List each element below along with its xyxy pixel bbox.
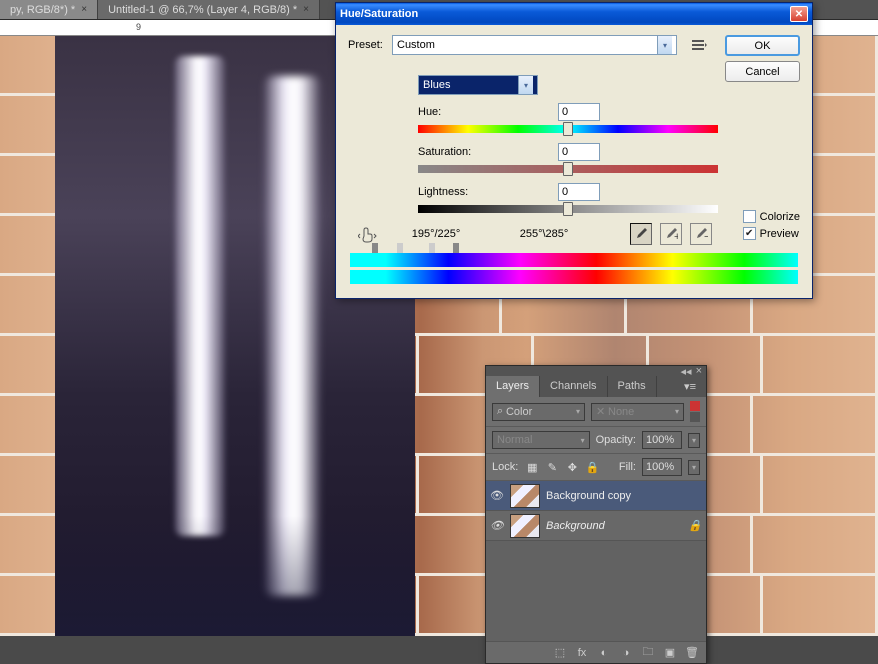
layer-style-icon[interactable]: fx xyxy=(574,645,590,661)
ruler-mark: 9 xyxy=(136,22,141,32)
channel-value: Blues xyxy=(423,79,451,91)
svg-text:+: + xyxy=(674,231,678,241)
panel-footer: ⬚ fx ◐ ◑ 🗀 ▣ 🗑 xyxy=(486,641,706,663)
input-spectrum[interactable] xyxy=(350,253,798,267)
opacity-scrubber[interactable]: ▾ xyxy=(688,433,700,448)
fill-label: Fill: xyxy=(619,461,636,473)
layer-mask-icon[interactable]: ◐ xyxy=(596,645,612,661)
eyedropper-add-button[interactable]: + xyxy=(660,223,682,245)
slider-thumb[interactable] xyxy=(563,202,573,216)
group-icon[interactable]: 🗀 xyxy=(640,645,656,661)
filter-kind-combo[interactable]: ⌕ Color ▾ xyxy=(492,403,585,421)
range-left-text: 195°/225° xyxy=(386,228,486,240)
x-icon: ✕ xyxy=(596,405,605,418)
search-icon: ⌕ xyxy=(497,405,503,418)
lock-position-icon[interactable]: ✥ xyxy=(564,459,580,475)
lightness-slider[interactable] xyxy=(418,205,718,213)
panel-menu-icon[interactable]: ▾≡ xyxy=(674,376,706,397)
opacity-label: Opacity: xyxy=(596,434,636,446)
layer-list-empty[interactable] xyxy=(486,541,706,641)
hue-input[interactable] xyxy=(558,103,600,121)
lock-transparency-icon[interactable]: ▦ xyxy=(524,459,540,475)
colorize-checkbox[interactable] xyxy=(743,210,756,223)
layer-item[interactable]: 👁 Background 🔒 xyxy=(486,511,706,541)
slider-thumb[interactable] xyxy=(563,122,573,136)
preview-checkbox[interactable]: ✔ xyxy=(743,227,756,240)
new-layer-icon[interactable]: ▣ xyxy=(662,645,678,661)
slider-thumb[interactable] xyxy=(563,162,573,176)
eyedropper-subtract-button[interactable]: − xyxy=(690,223,712,245)
preview-label: Preview xyxy=(760,228,799,240)
layer-item[interactable]: 👁 Background copy xyxy=(486,481,706,511)
document-tab[interactable]: Untitled-1 @ 66,7% (Layer 4, RGB/8) * × xyxy=(98,0,320,19)
visibility-icon[interactable]: 👁 xyxy=(490,489,504,503)
preset-label: Preset: xyxy=(348,39,384,51)
colorize-label: Colorize xyxy=(760,211,800,223)
chevron-down-icon: ▾ xyxy=(581,436,585,445)
preset-combo[interactable]: Custom ▾ xyxy=(392,35,677,55)
layer-thumbnail[interactable] xyxy=(510,484,540,508)
range-right-text: 255°\285° xyxy=(494,228,594,240)
filter-color-combo[interactable]: ✕ None ▾ xyxy=(591,403,684,421)
hue-label: Hue: xyxy=(418,106,558,118)
dialog-titlebar[interactable]: Hue/Saturation ✕ xyxy=(336,3,812,25)
panel-tabs: Layers Channels Paths ▾≡ xyxy=(486,376,706,397)
preset-menu-icon[interactable] xyxy=(691,37,707,53)
fill-input[interactable]: 100% xyxy=(642,458,682,476)
ok-button[interactable]: OK xyxy=(725,35,800,56)
close-icon[interactable]: × xyxy=(303,4,309,15)
lock-label: Lock: xyxy=(492,461,518,473)
blend-mode-combo[interactable]: Normal ▾ xyxy=(492,431,590,449)
tab-channels[interactable]: Channels xyxy=(540,376,607,397)
adjustment-layer-icon[interactable]: ◑ xyxy=(618,645,634,661)
lightness-input[interactable] xyxy=(558,183,600,201)
dialog-title: Hue/Saturation xyxy=(340,8,418,20)
layer-name[interactable]: Background xyxy=(546,520,605,532)
close-button[interactable]: ✕ xyxy=(790,6,808,22)
filter-toggle[interactable] xyxy=(690,412,700,422)
visibility-icon[interactable]: 👁 xyxy=(490,519,504,533)
tab-label: Untitled-1 @ 66,7% (Layer 4, RGB/8) * xyxy=(108,4,297,16)
filter-toggle[interactable] xyxy=(690,401,700,411)
close-icon[interactable]: × xyxy=(81,4,87,15)
saturation-slider[interactable] xyxy=(418,165,718,173)
hue-saturation-dialog: Hue/Saturation ✕ Preset: Custom ▾ OK Can… xyxy=(335,2,813,299)
layer-list: 👁 Background copy 👁 Background 🔒 xyxy=(486,481,706,641)
panel-handle[interactable]: ◂◂ × xyxy=(486,366,706,376)
svg-text:−: − xyxy=(704,231,708,241)
lightness-label: Lightness: xyxy=(418,186,558,198)
fill-scrubber[interactable]: ▾ xyxy=(688,460,700,475)
delete-layer-icon[interactable]: 🗑 xyxy=(684,645,700,661)
saturation-input[interactable] xyxy=(558,143,600,161)
chevron-down-icon: ▾ xyxy=(576,407,580,416)
saturation-label: Saturation: xyxy=(418,146,558,158)
layer-name[interactable]: Background copy xyxy=(546,490,631,502)
output-spectrum xyxy=(350,270,798,284)
link-layers-icon[interactable]: ⬚ xyxy=(552,645,568,661)
preset-value: Custom xyxy=(397,39,435,51)
chevron-down-icon: ▾ xyxy=(518,76,533,94)
eyedropper-button[interactable] xyxy=(630,223,652,245)
tab-paths[interactable]: Paths xyxy=(608,376,657,397)
lock-pixels-icon[interactable]: ✎ xyxy=(544,459,560,475)
layer-thumbnail[interactable] xyxy=(510,514,540,538)
chevron-down-icon: ▾ xyxy=(675,407,679,416)
chevron-down-icon: ▾ xyxy=(657,36,672,54)
tab-layers[interactable]: Layers xyxy=(486,376,540,397)
lock-icon: 🔒 xyxy=(688,519,702,532)
layers-panel: ◂◂ × Layers Channels Paths ▾≡ ⌕ Color ▾ … xyxy=(485,365,707,664)
document-tab[interactable]: py, RGB/8*) * × xyxy=(0,0,98,19)
channel-combo[interactable]: Blues ▾ xyxy=(418,75,538,95)
hue-slider[interactable] xyxy=(418,125,718,133)
tab-label: py, RGB/8*) * xyxy=(10,4,75,16)
lock-all-icon[interactable]: 🔒 xyxy=(584,459,600,475)
cancel-button[interactable]: Cancel xyxy=(725,61,800,82)
opacity-input[interactable]: 100% xyxy=(642,431,682,449)
hand-scrubby-icon[interactable] xyxy=(358,224,378,244)
